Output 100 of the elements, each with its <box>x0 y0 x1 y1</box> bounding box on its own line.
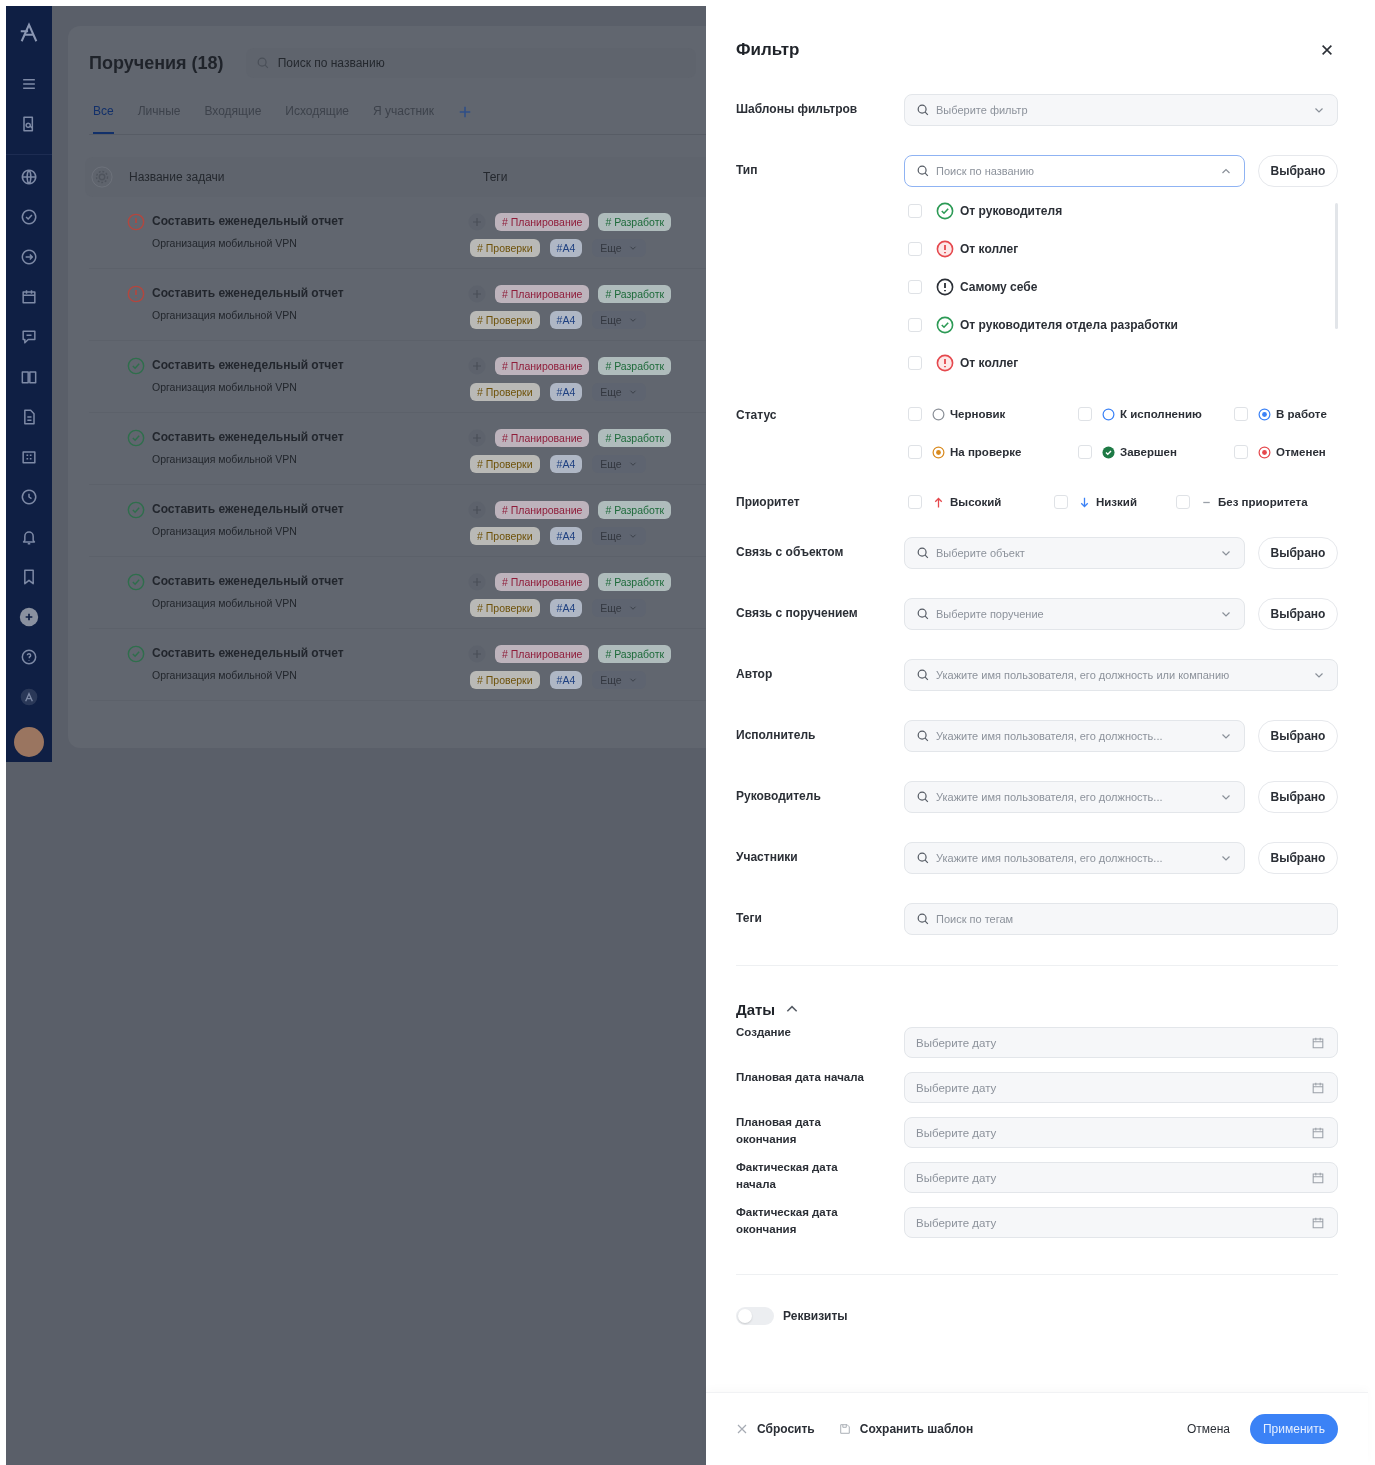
select-field[interactable]: Выберите поручение <box>904 598 1245 630</box>
logo-icon[interactable] <box>19 687 39 707</box>
selected-button[interactable]: Выбрано <box>1258 155 1338 187</box>
checkbox[interactable] <box>908 495 922 509</box>
select-field[interactable]: Выберите объект <box>904 537 1245 569</box>
task-title[interactable]: Составить еженедельный отчет <box>152 646 344 660</box>
save-template-button[interactable]: Сохранить шаблон <box>838 1422 974 1436</box>
selected-button[interactable]: Выбрано <box>1258 537 1338 569</box>
select-field[interactable]: Укажите имя пользователя, его должность... <box>904 720 1245 752</box>
checkbox[interactable] <box>1054 495 1068 509</box>
select-field[interactable]: Укажите имя пользователя, его должность или компанию <box>904 659 1338 691</box>
status-label[interactable]: Черновик <box>950 408 1006 420</box>
selected-button[interactable]: Выбрано <box>1258 720 1338 752</box>
check-circle-icon <box>936 202 954 220</box>
chat-icon[interactable] <box>19 327 39 347</box>
select-field[interactable]: Укажите имя пользователя, его должность... <box>904 842 1245 874</box>
tag: # Разработк <box>598 645 672 663</box>
search-icon <box>916 164 930 178</box>
clock-icon[interactable] <box>19 487 39 507</box>
tag: #A4 <box>549 671 583 689</box>
selected-button[interactable]: Выбрано <box>1258 842 1338 874</box>
checkbox[interactable] <box>1078 445 1092 459</box>
date-field[interactable]: Выберите дату <box>904 1117 1338 1148</box>
close-icon[interactable] <box>1320 43 1334 57</box>
date-field[interactable]: Выберите дату <box>904 1207 1338 1238</box>
logo-icon[interactable] <box>18 22 40 44</box>
tag: # Планирование <box>495 213 590 231</box>
priority-label[interactable]: Низкий <box>1096 496 1137 508</box>
status-label[interactable]: К исполнению <box>1120 408 1202 420</box>
checkbox[interactable] <box>1234 407 1248 421</box>
select-field[interactable]: Поиск по тегам <box>904 903 1338 935</box>
check-circle-icon <box>127 645 145 663</box>
task-project: Организация мобильной VPN <box>152 453 298 465</box>
tag: # Планирование <box>495 429 590 447</box>
task-project: Организация мобильной VPN <box>152 669 298 681</box>
priority-label[interactable]: Высокий <box>950 496 1002 508</box>
tag: # Планирование <box>495 357 590 375</box>
date-field[interactable]: Выберите дату <box>904 1162 1338 1193</box>
checkbox[interactable] <box>1176 495 1190 509</box>
task-title[interactable]: Составить еженедельный отчет <box>152 430 344 444</box>
add-icon[interactable] <box>19 607 39 627</box>
tag: # Разработк <box>598 213 672 231</box>
checkbox[interactable] <box>1078 407 1092 421</box>
option-label[interactable]: От коллег <box>960 356 1019 370</box>
select-field[interactable]: Укажите имя пользователя, его должность... <box>904 781 1245 813</box>
toggle-switch[interactable] <box>736 1307 774 1325</box>
task-title[interactable]: Составить еженедельный отчет <box>152 214 344 228</box>
select-field[interactable]: Выберите фильтр <box>904 94 1338 126</box>
selected-button[interactable]: Выбрано <box>1258 598 1338 630</box>
checkbox[interactable] <box>908 204 922 218</box>
tag: # Разработк <box>598 501 672 519</box>
priority-label[interactable]: Без приоритета <box>1218 496 1308 508</box>
checkbox[interactable] <box>908 318 922 332</box>
add-tab-icon[interactable] <box>458 105 473 119</box>
task-title[interactable]: Составить еженедельный отчет <box>152 502 344 516</box>
reset-button[interactable]: Сбросить <box>736 1422 815 1436</box>
select-field[interactable]: Поиск по названию <box>904 155 1245 187</box>
tag: # Планирование <box>495 573 590 591</box>
option-label[interactable]: От коллег <box>960 242 1019 256</box>
column-header: Название задачи <box>129 170 226 184</box>
task-title[interactable]: Составить еженедельный отчет <box>152 574 344 588</box>
calendar-icon <box>1311 1170 1325 1185</box>
status-label[interactable]: На проверке <box>950 446 1022 458</box>
field-label: Плановая дата окончания <box>736 1115 822 1147</box>
status-label[interactable]: Завершен <box>1120 446 1177 458</box>
date-field[interactable]: Выберите дату <box>904 1027 1338 1058</box>
checkbox[interactable] <box>908 407 922 421</box>
tab[interactable]: Все <box>93 96 114 134</box>
globe-icon[interactable] <box>19 167 39 187</box>
help-icon[interactable] <box>19 647 39 667</box>
task-project: Организация мобильной VPN <box>152 381 298 393</box>
avatar[interactable] <box>14 727 44 757</box>
option-label[interactable]: От руководителя отдела разработки <box>960 318 1178 332</box>
checkbox[interactable] <box>908 242 922 256</box>
checkbox[interactable] <box>908 445 922 459</box>
option-label[interactable]: Самому себе <box>960 280 1038 294</box>
field-label: Шаблоны фильтров <box>736 101 859 116</box>
column-header: Теги <box>483 170 508 184</box>
task-title[interactable]: Составить еженедельный отчет <box>152 358 344 372</box>
apply-button[interactable]: Применить <box>1250 1414 1338 1444</box>
checkbox[interactable] <box>1234 445 1248 459</box>
checkbox[interactable] <box>908 356 922 370</box>
field-label: Автор <box>736 666 774 681</box>
date-field[interactable]: Выберите дату <box>904 1072 1338 1103</box>
status-label[interactable]: Отменен <box>1276 446 1326 458</box>
tag: # Проверки <box>470 527 540 545</box>
cancel-button[interactable]: Отмена <box>1186 1422 1230 1436</box>
task-project: Организация мобильной VPN <box>152 237 298 249</box>
task-project: Организация мобильной VPN <box>152 525 298 537</box>
tag: # Разработк <box>598 357 672 375</box>
task-project: Организация мобильной VPN <box>152 309 298 321</box>
option-label[interactable]: От руководителя <box>960 204 1063 218</box>
checkbox[interactable] <box>908 280 922 294</box>
field-label: Теги <box>736 910 763 925</box>
settings-icon[interactable] <box>91 166 113 188</box>
field-label: Связь с поручением <box>736 605 859 620</box>
task-title[interactable]: Составить еженедельный отчет <box>152 286 344 300</box>
calendar-icon[interactable] <box>19 287 39 307</box>
status-label[interactable]: В работе <box>1276 408 1327 420</box>
selected-button[interactable]: Выбрано <box>1258 781 1338 813</box>
